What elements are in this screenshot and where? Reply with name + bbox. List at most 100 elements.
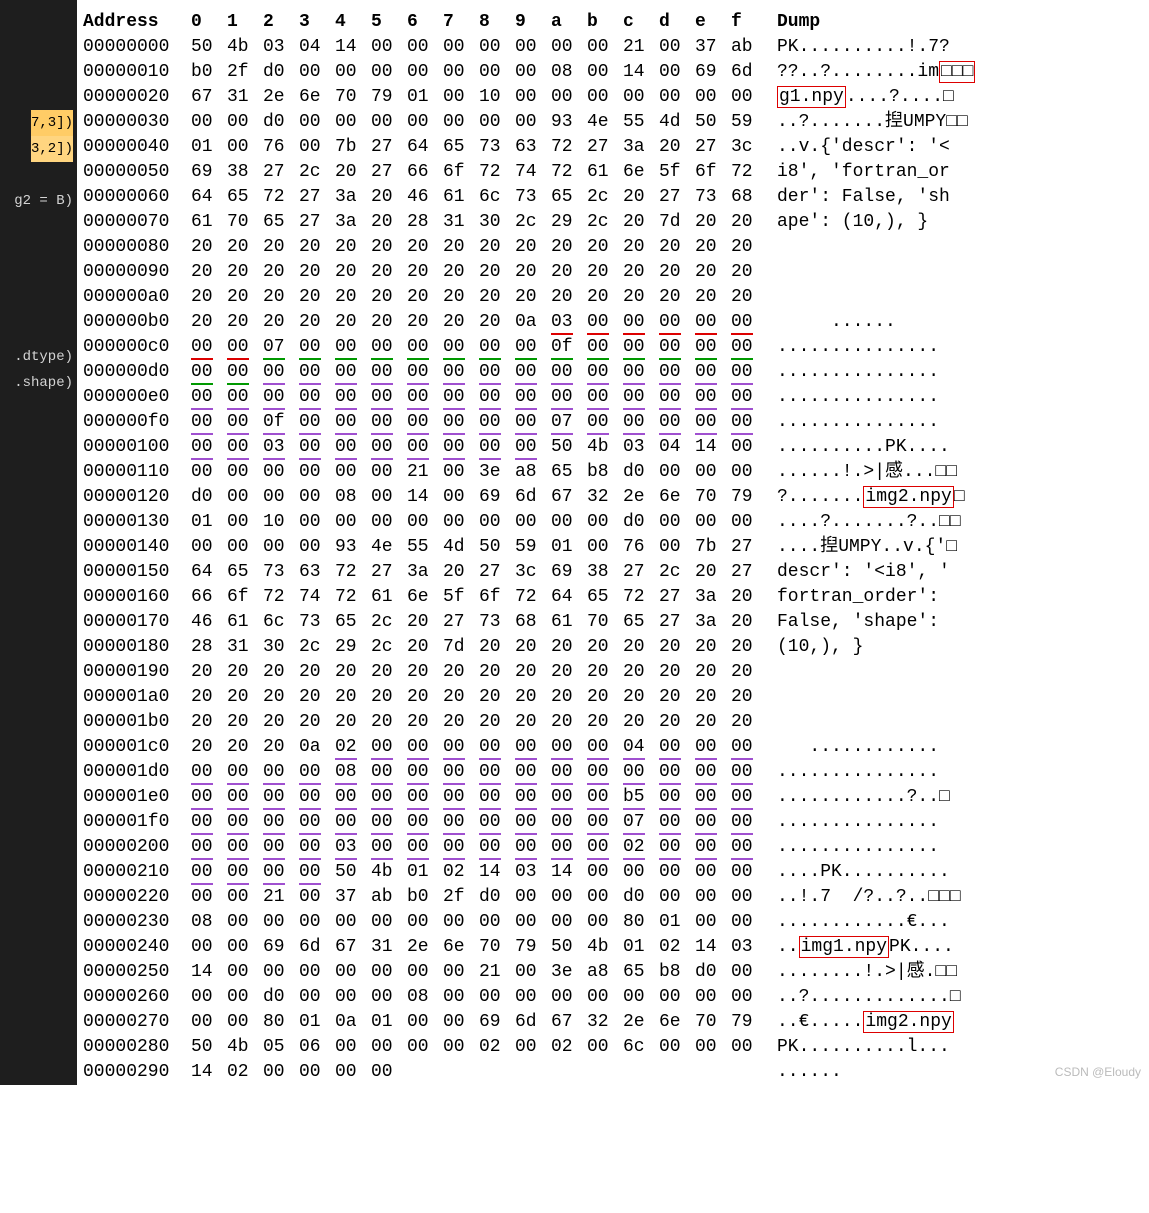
hex-cell: 00 <box>371 810 407 835</box>
hex-cell: 27 <box>623 560 659 585</box>
dump-cell: ............... <box>767 760 975 785</box>
hex-cell: 00 <box>515 1035 551 1060</box>
hex-cell: 00 <box>515 85 551 110</box>
hex-cell: d0 <box>263 110 299 135</box>
hex-cell: 20 <box>695 285 731 310</box>
hex-cell: 55 <box>623 110 659 135</box>
hex-cell: 00 <box>731 310 767 335</box>
hex-underline: 00 <box>191 787 213 810</box>
hex-cell: 00 <box>587 735 623 760</box>
hex-underline: 00 <box>731 312 753 335</box>
hex-cell: 00 <box>443 60 479 85</box>
dump-cell <box>767 710 975 735</box>
hex-cell: 20 <box>227 660 263 685</box>
hex-cell: 20 <box>443 685 479 710</box>
hex-cell: 00 <box>227 1010 263 1035</box>
hex-cell: 00 <box>299 60 335 85</box>
hex-cell: 20 <box>695 235 731 260</box>
hex-cell: 64 <box>551 585 587 610</box>
hex-cell: 01 <box>299 1010 335 1035</box>
hex-underline: 02 <box>335 737 357 760</box>
hex-cell: 20 <box>659 685 695 710</box>
hex-cell: 73 <box>515 185 551 210</box>
dump-redbox: □□□ <box>939 61 975 83</box>
hex-cell: 72 <box>515 585 551 610</box>
hex-underline: 00 <box>299 812 321 835</box>
hex-cell: 20 <box>371 235 407 260</box>
hex-cell: 3a <box>335 185 371 210</box>
hex-cell: 00 <box>515 35 551 60</box>
hex-cell: 00 <box>299 760 335 785</box>
hex-cell <box>623 1060 659 1085</box>
hex-cell: 00 <box>551 360 587 385</box>
hex-row: 00000040010076007b276465736372273a20273c… <box>83 135 975 160</box>
hex-cell: 00 <box>587 85 623 110</box>
hex-cell: 20 <box>371 710 407 735</box>
hex-cell: 00 <box>695 910 731 935</box>
hex-cell: 6d <box>515 485 551 510</box>
hex-cell: 00 <box>695 85 731 110</box>
hex-row: 00000250140000000000000021003ea865b8d000… <box>83 960 975 985</box>
hex-cell: 79 <box>515 935 551 960</box>
hex-cell: 20 <box>335 710 371 735</box>
hex-cell: 3a <box>407 560 443 585</box>
hex-cell: 00 <box>371 1060 407 1085</box>
hex-cell: 6d <box>515 1010 551 1035</box>
hex-underline: 00 <box>515 812 537 835</box>
hex-cell: 00 <box>371 960 407 985</box>
addr-cell: 00000140 <box>83 535 191 560</box>
hex-cell: 00 <box>515 885 551 910</box>
hex-cell: 50 <box>191 1035 227 1060</box>
dump-cell <box>767 685 975 710</box>
hex-underline: 00 <box>623 762 645 785</box>
hex-row: 000000300000d000000000000000934e554d5059… <box>83 110 975 135</box>
hex-cell: 69 <box>191 160 227 185</box>
addr-cell: 00000170 <box>83 610 191 635</box>
hex-cell: 01 <box>191 135 227 160</box>
hex-cell: 29 <box>335 635 371 660</box>
hex-cell: 00 <box>731 960 767 985</box>
hex-underline: 00 <box>479 362 501 385</box>
hex-cell: 00 <box>227 460 263 485</box>
hex-cell: 67 <box>191 85 227 110</box>
hex-cell: 20 <box>731 210 767 235</box>
hex-viewer[interactable]: Address0123456789abcdefDump00000000504b0… <box>77 0 1149 1085</box>
hex-cell: 14 <box>623 60 659 85</box>
hex-cell: 20 <box>299 685 335 710</box>
hex-underline: 00 <box>695 787 717 810</box>
hex-cell: 00 <box>299 785 335 810</box>
hex-row: 0000010000000300000000000000504b03041400… <box>83 435 975 460</box>
hex-cell: 37 <box>335 885 371 910</box>
hex-cell: 00 <box>731 885 767 910</box>
hex-cell: 27 <box>731 535 767 560</box>
hex-underline: 00 <box>695 362 717 385</box>
dump-cell: descr': '<i8', ' <box>767 560 975 585</box>
hex-cell: 00 <box>371 760 407 785</box>
hex-cell: 59 <box>731 110 767 135</box>
hex-cell: 00 <box>443 110 479 135</box>
hex-cell: 20 <box>659 260 695 285</box>
hex-cell: 00 <box>263 860 299 885</box>
hex-cell: 20 <box>227 310 263 335</box>
hex-cell: 2f <box>443 885 479 910</box>
hex-cell: 00 <box>551 85 587 110</box>
hex-cell: 20 <box>479 710 515 735</box>
hex-underline: 00 <box>371 362 393 385</box>
hex-underline: 00 <box>731 412 753 435</box>
hex-cell: 00 <box>587 385 623 410</box>
hex-row: 000002600000d000000008000000000000000000… <box>83 985 975 1010</box>
hex-cell: 08 <box>551 60 587 85</box>
hex-cell: 00 <box>371 910 407 935</box>
hex-cell: ab <box>371 885 407 910</box>
hex-cell: 20 <box>623 710 659 735</box>
hex-cell: 00 <box>371 835 407 860</box>
hex-cell: 20 <box>299 235 335 260</box>
hex-cell: 2e <box>623 485 659 510</box>
hex-cell: 03 <box>551 310 587 335</box>
hex-cell: 73 <box>479 610 515 635</box>
hex-cell: 00 <box>335 1035 371 1060</box>
hex-cell: 61 <box>443 185 479 210</box>
hex-underline: 00 <box>695 312 717 335</box>
hex-cell: 00 <box>227 910 263 935</box>
hex-cell: 65 <box>227 560 263 585</box>
